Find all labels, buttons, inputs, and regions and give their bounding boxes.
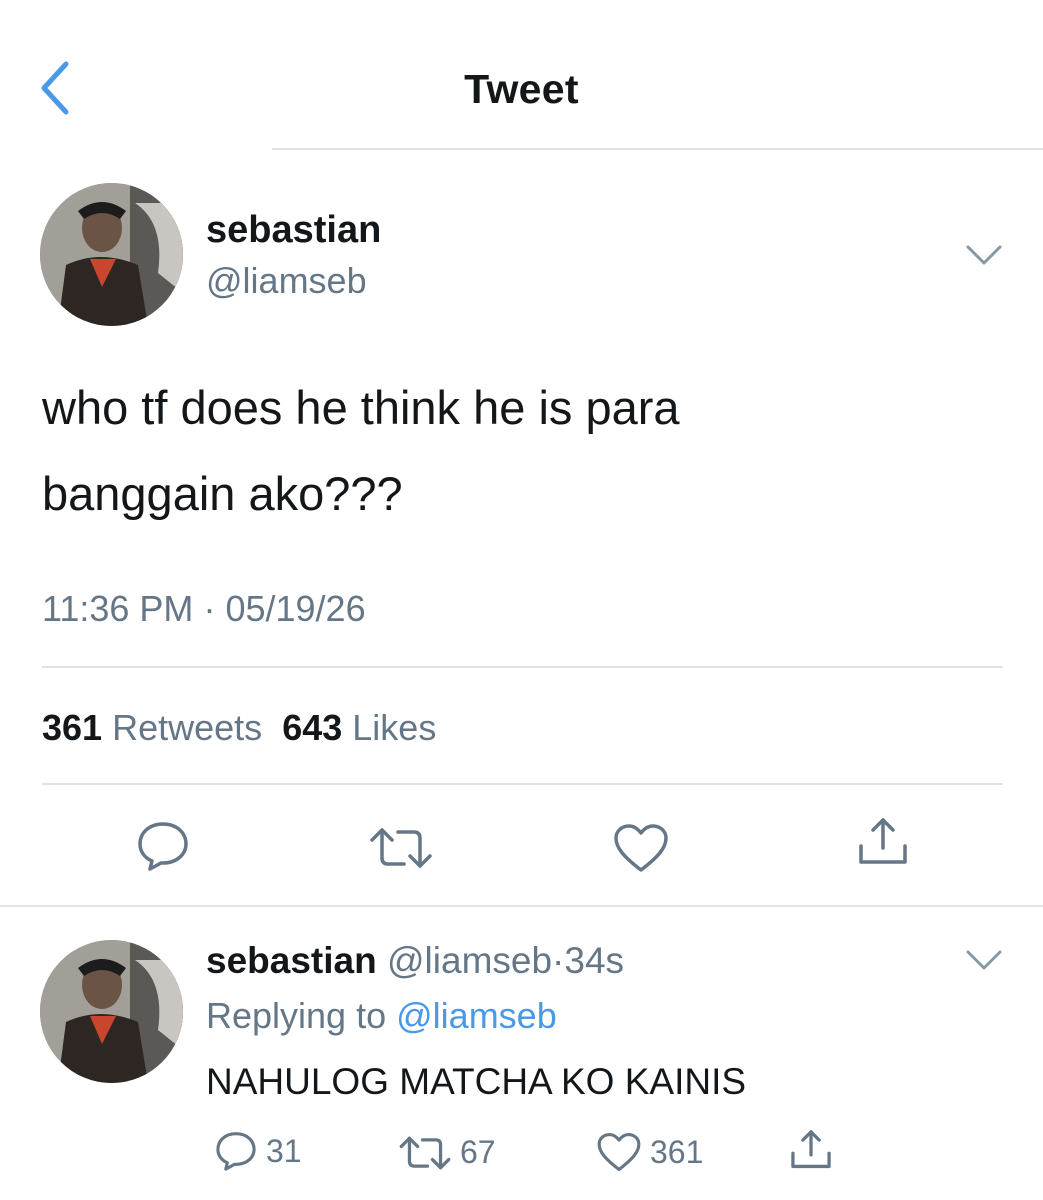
replying-to-handle[interactable]: @liamseb: [396, 995, 557, 1036]
engagement-stats: 361 Retweets 643 Likes: [42, 707, 436, 749]
tweet-options-button[interactable]: [964, 243, 1004, 272]
reply-author-name[interactable]: sebastian: [206, 940, 377, 981]
retweets-stat[interactable]: 361 Retweets: [42, 707, 262, 748]
like-button[interactable]: [612, 822, 670, 874]
likes-label: Likes: [352, 707, 437, 748]
chevron-down-icon: [966, 245, 1002, 265]
reply-icon: [138, 822, 188, 871]
retweets-count: 361: [42, 707, 103, 748]
reply-retweet-button[interactable]: 67: [398, 1134, 496, 1171]
divider: [42, 666, 1003, 668]
avatar[interactable]: [40, 183, 183, 326]
reply-header: sebastian @liamseb·34s: [206, 940, 624, 982]
author-name[interactable]: sebastian: [206, 209, 381, 252]
reply-reply-button[interactable]: 31: [214, 1130, 302, 1172]
retweet-icon: [370, 828, 432, 868]
reply-avatar[interactable]: [40, 940, 183, 1083]
reply-icon: [216, 1132, 256, 1171]
likes-count: 643: [282, 707, 343, 748]
heart-icon: [597, 1132, 641, 1172]
reply-like-button[interactable]: 361: [596, 1131, 703, 1173]
tweet-date: 05/19/26: [225, 588, 366, 629]
likes-stat[interactable]: 643 Likes: [282, 707, 436, 748]
heart-icon: [614, 824, 668, 872]
reply-share-button[interactable]: [788, 1128, 834, 1172]
chevron-down-icon: [966, 950, 1002, 970]
tweet-timestamp: 11:36 PM · 05/19/26: [42, 588, 366, 630]
divider: [0, 905, 1043, 907]
replying-to-label: Replying to: [206, 995, 387, 1036]
divider: [42, 783, 1003, 785]
share-icon: [791, 1130, 831, 1169]
reply-button[interactable]: [135, 820, 191, 872]
reply-age: 34s: [564, 940, 625, 981]
tweet-time: 11:36 PM: [42, 588, 194, 629]
tweet-text-line-2: banggain ako???: [42, 467, 403, 520]
like-count: 361: [650, 1133, 704, 1170]
reply-options-button[interactable]: [964, 948, 1004, 977]
reply-text: NAHULOG MATCHA KO KAINIS: [206, 1061, 747, 1102]
timestamp-separator: ·: [203, 588, 216, 629]
share-icon: [859, 818, 907, 864]
reply-author-handle[interactable]: @liamseb: [387, 940, 552, 981]
replying-to: Replying to @liamseb: [206, 995, 557, 1037]
reply-separator: ·: [552, 940, 565, 981]
page-title: Tweet: [464, 66, 579, 112]
retweets-label: Retweets: [112, 707, 263, 748]
retweet-count: 67: [460, 1134, 496, 1170]
header-divider: [272, 148, 1043, 150]
reply-count: 31: [266, 1132, 302, 1169]
tweet-text-line-1: who tf does he think he is para: [42, 381, 680, 434]
retweet-button[interactable]: [368, 826, 434, 870]
author-handle[interactable]: @liamseb: [206, 260, 367, 302]
share-button[interactable]: [855, 816, 911, 868]
retweet-icon: [399, 1136, 451, 1169]
